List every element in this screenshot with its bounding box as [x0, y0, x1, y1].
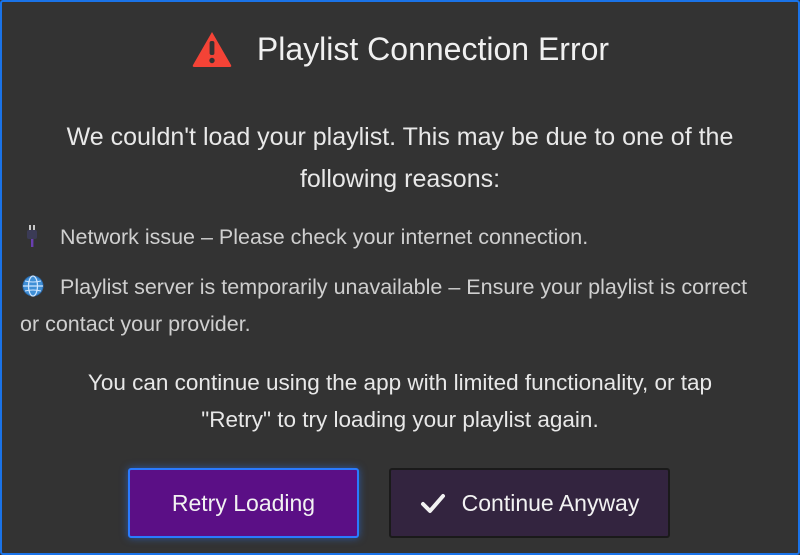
warning-triangle-icon [192, 32, 232, 67]
continue-anyway-label: Continue Anyway [461, 489, 640, 516]
retry-loading-label: Retry Loading [171, 489, 316, 516]
retry-loading-button[interactable]: Retry Loading [128, 468, 359, 538]
intro-text: We couldn't load your playlist. This may… [22, 116, 778, 200]
reason-network-text: Network issue – Please check your intern… [60, 225, 589, 249]
error-dialog: Playlist Connection Error We couldn't lo… [0, 0, 800, 555]
note-line-1: You can continue using the app with limi… [87, 370, 713, 395]
note-text: You can continue using the app with limi… [22, 364, 778, 438]
intro-line-1: We couldn't load your playlist. This may… [66, 123, 734, 151]
reason-server-text: Playlist server is temporarily unavailab… [20, 275, 748, 336]
reason-network: Network issue – Please check your intern… [20, 219, 758, 256]
continue-anyway-button[interactable]: Continue Anyway [389, 468, 670, 538]
reason-server: Playlist server is temporarily unavailab… [20, 269, 758, 343]
checkmark-icon [420, 494, 445, 513]
dialog-header: Playlist Connection Error [2, 30, 798, 68]
note-line-2: "Retry" to try loading your playlist aga… [201, 407, 599, 432]
dialog-title: Playlist Connection Error [256, 30, 610, 67]
intro-line-2: following reasons: [299, 165, 501, 193]
globe-icon [22, 275, 44, 297]
plug-icon [27, 225, 37, 247]
